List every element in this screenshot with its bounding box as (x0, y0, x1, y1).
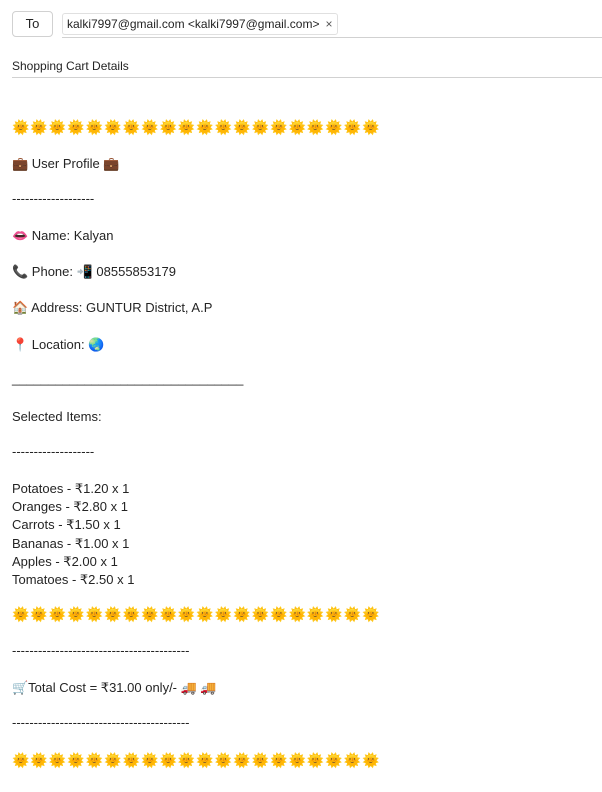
list-item: Oranges - ₹2.80 x 1 (12, 499, 128, 514)
items-heading: Selected Items: (12, 409, 102, 424)
list-item: Potatoes - ₹1.20 x 1 (12, 481, 130, 496)
total-line: 🛒Total Cost = ₹31.00 only/- 🚚 🚚 (12, 680, 217, 695)
list-item: Tomatoes - ₹2.50 x 1 (12, 572, 135, 587)
to-field[interactable]: kalki7997@gmail.com <kalki7997@gmail.com… (62, 11, 602, 38)
close-icon[interactable]: × (325, 14, 332, 34)
divider-dashes-long: ----------------------------------------… (12, 715, 190, 730)
profile-heading: 💼 User Profile 💼 (12, 156, 120, 171)
divider-dashes-long: ----------------------------------------… (12, 643, 190, 658)
location-line: 📍 Location: 🌏 (12, 337, 105, 352)
recipient-address: kalki7997@gmail.com <kalki7997@gmail.com… (67, 17, 320, 31)
sun-row-bottom: 🌞🌞🌞🌞🌞🌞🌞🌞🌞🌞🌞🌞🌞🌞🌞🌞🌞🌞🌞🌞 (12, 752, 381, 768)
divider-dashes: ------------------- (12, 444, 95, 459)
underline-rule: ________________________________ (12, 371, 244, 386)
list-item: Carrots - ₹1.50 x 1 (12, 517, 121, 532)
recipient-chip[interactable]: kalki7997@gmail.com <kalki7997@gmail.com… (62, 13, 338, 35)
name-line: 👄 Name: Kalyan (12, 228, 114, 243)
compose-header: To kalki7997@gmail.com <kalki7997@gmail.… (0, 0, 602, 80)
address-line: 🏠 Address: GUNTUR District, A.P (12, 300, 213, 315)
list-item: Apples - ₹2.00 x 1 (12, 554, 118, 569)
sun-row-middle: 🌞🌞🌞🌞🌞🌞🌞🌞🌞🌞🌞🌞🌞🌞🌞🌞🌞🌞🌞🌞 (12, 606, 381, 622)
phone-line: 📞 Phone: 📲 08555853179 (12, 264, 176, 279)
divider-dashes: ------------------- (12, 191, 95, 206)
subject-field[interactable]: Shopping Cart Details (12, 54, 602, 78)
list-item: Bananas - ₹1.00 x 1 (12, 536, 130, 551)
sun-row-top: 🌞🌞🌞🌞🌞🌞🌞🌞🌞🌞🌞🌞🌞🌞🌞🌞🌞🌞🌞🌞 (12, 119, 381, 135)
to-button[interactable]: To (12, 11, 53, 37)
